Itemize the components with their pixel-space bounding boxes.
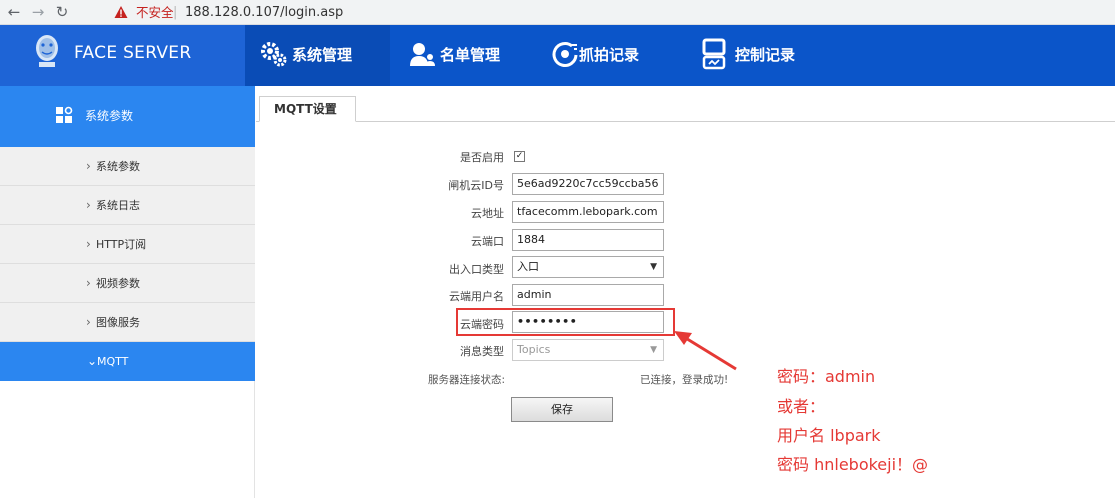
reload-icon[interactable]: ↻ [52,2,72,22]
face-logo-icon [36,35,58,67]
dropdown-arrow-icon: ▼ [650,262,657,272]
cloud-address-input[interactable]: tfacecomm.lebopark.com [512,201,664,223]
sidebar-item-label: HTTP订阅 [96,238,147,251]
browser-toolbar: ← → ↻ 不安全 | 188.128.0.107/login.asp [0,0,1115,25]
sidebar-item-label: 系统参数 [96,160,140,173]
sidebar-item-label: 系统日志 [96,199,140,212]
enabled-checkbox[interactable]: ✓ [514,151,525,162]
message-type-value: Topics [517,343,551,356]
chevron-right-icon: › [86,315,91,329]
cloud-port-label: 云端口 [471,235,504,248]
annotation-line-4: 密码 hnlebokeji！@ [777,455,929,474]
sidebar-item-image-service[interactable]: › 图像服务 [0,303,255,342]
warning-icon [114,6,128,18]
back-arrow-icon[interactable]: ← [4,2,24,22]
annotation-line-3: 用户名 lbpark [777,426,881,445]
forward-arrow-icon[interactable]: → [28,2,48,22]
annotation-arrow [674,331,737,371]
users-icon [410,43,435,66]
monitor-icon [702,38,726,70]
menu-list-management[interactable]: 名单管理 [398,25,538,86]
tab-bar: MQTT设置 [256,96,1115,122]
chevron-right-icon: › [86,276,91,290]
dropdown-arrow-icon: ▼ [650,345,657,355]
address-bar[interactable]: 不安全 | 188.128.0.107/login.asp [86,2,346,23]
message-type-label: 消息类型 [460,345,504,358]
menu-label: 抓拍记录 [579,46,640,64]
chevron-right-icon: › [86,237,91,251]
sidebar-item-label: 视频参数 [96,277,140,290]
menu-system-management[interactable]: 系统管理 [245,25,390,86]
brand: FACE SERVER [0,25,245,86]
username-input[interactable]: admin [512,284,664,306]
entry-type-label: 出入口类型 [449,263,504,276]
sidebar-item-http-subscribe[interactable]: › HTTP订阅 [0,225,255,264]
sidebar: 系统参数 › 系统参数 › 系统日志 › HTTP订阅 › 视频参数 › 图像服… [0,86,255,498]
highlight-box [456,308,675,336]
menu-label: 名单管理 [440,46,501,64]
insecure-label: 不安全 [136,5,174,20]
grid-settings-icon [56,106,73,123]
gears-icon [261,42,287,67]
tab-mqtt-settings[interactable]: MQTT设置 [259,96,356,122]
brand-name: FACE SERVER [74,43,192,63]
menu-label: 控制记录 [735,46,796,64]
username-label: 云端用户名 [449,290,504,303]
annotation-line-1: 密码：admin [777,367,876,386]
enabled-label: 是否启用 [460,151,504,164]
cloud-address-label: 云地址 [471,207,504,220]
cloud-id-input[interactable]: 5e6ad9220c7cc59ccba56 [512,173,664,195]
url-separator: | [173,5,178,20]
sidebar-header-label: 系统参数 [85,109,134,123]
sidebar-item-video-params[interactable]: › 视频参数 [0,264,255,303]
sidebar-header: 系统参数 [0,86,255,147]
sidebar-item-label: MQTT [97,355,129,368]
menu-control-records[interactable]: 控制记录 [695,25,835,86]
sidebar-item-system-log[interactable]: › 系统日志 [0,186,255,225]
menu-label: 系统管理 [292,46,353,64]
connection-status-label: 服务器连接状态: [428,374,506,386]
sidebar-item-system-params[interactable]: › 系统参数 [0,147,255,186]
cloud-id-label: 闸机云ID号 [448,179,504,192]
url-text: 188.128.0.107/login.asp [185,5,344,20]
chevron-right-icon: › [86,159,91,173]
message-type-select[interactable]: Topics ▼ [512,339,664,361]
top-navigation-bar: FACE SERVER 系统管理 名单管理 抓拍记录 控制记录 [0,25,1115,86]
entry-type-select[interactable]: 入口 ▼ [512,256,664,278]
annotation-line-2: 或者： [777,397,826,416]
menu-capture-records[interactable]: 抓拍记录 [541,25,681,86]
save-button[interactable]: 保存 [511,397,613,422]
entry-type-value: 入口 [517,260,539,273]
sidebar-item-label: 图像服务 [96,316,140,329]
cloud-port-input[interactable]: 1884 [512,229,664,251]
chevron-right-icon: › [86,198,91,212]
camera-capture-icon [552,42,578,67]
sidebar-item-mqtt[interactable]: ⌄ MQTT [0,342,255,381]
chevron-down-icon: ⌄ [87,354,98,368]
